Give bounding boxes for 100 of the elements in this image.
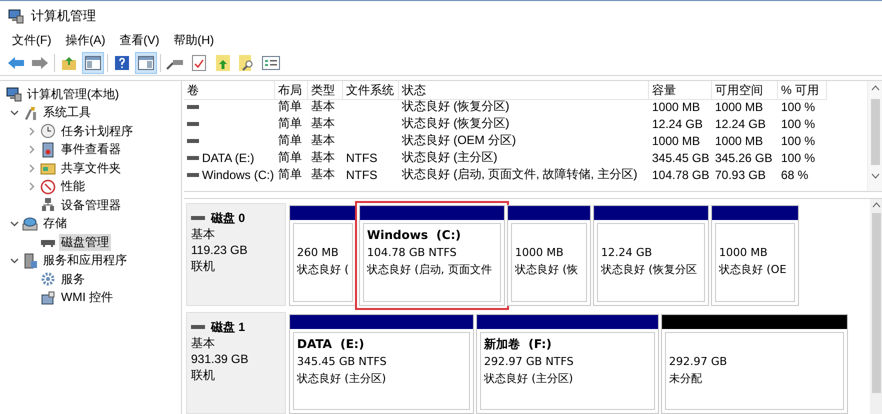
scroll-thumb[interactable] [870,99,880,165]
table-cell: 70.93 GB [715,168,766,182]
table-cell: 345.45 GB [652,150,710,164]
menu-item[interactable]: 操作(A) [59,32,112,48]
drive-icon [187,172,199,178]
table-cell: 12.24 GB [652,116,703,130]
partition-size: 292.97 GB [669,354,728,370]
tree-item[interactable]: 设备管理器 [59,196,123,214]
device-tree-icon [40,197,56,214]
disk-type: 基本 [191,334,216,350]
partition-status: 状态良好 ( [297,262,349,278]
column-header[interactable]: 布局 [275,81,308,100]
partition[interactable]: 1000 MB 状态良好 (恢 [507,205,591,306]
table-cell: 状态良好 (恢复分区) [402,98,510,115]
scrollbar[interactable] [867,81,882,191]
partition-label: DATA (E:) [297,336,366,352]
partition-status: 未分配 [669,370,703,386]
tree-item[interactable]: 共享文件夹 [59,160,123,177]
tree-item[interactable]: WMI 控件 [59,289,115,306]
disk-name: 磁盘 1 [211,318,246,334]
column-header[interactable]: 文件系统 [343,81,399,100]
column-header[interactable]: 容量 [649,81,712,100]
tools-icon [22,104,38,121]
tree-item[interactable]: 系统工具 [41,104,93,122]
menu-item[interactable]: 查看(V) [113,32,166,48]
panel-button[interactable] [83,52,103,72]
table-cell: 状态良好 (OEM 分区) [402,132,516,149]
disk-status: 联机 [191,258,216,274]
import-button[interactable] [213,52,233,72]
table-cell: 1000 MB [715,134,764,148]
disk-info-panel[interactable]: 磁盘 1 基本 931.39 GB 联机 [186,312,286,414]
properties-icon [262,56,280,70]
partition[interactable]: 292.97 GB 未分配 [661,314,848,414]
table-cell: 简单 [278,98,302,115]
server-icon [22,252,38,269]
partition-label: 新加卷 (F:) [484,336,553,352]
table-cell: 1000 MB [715,100,764,114]
table-cell: 基本 [311,149,335,166]
partition-status: 状态良好 (启动, 页面文件 [367,262,493,278]
checklist-icon [192,54,206,70]
scroll-thumb[interactable] [872,213,880,393]
tree-item[interactable]: 计算机管理(本地) [25,86,121,103]
partition-status: 状态良好 (OE [719,262,788,278]
column-header[interactable]: 状态 [399,81,649,100]
panel-button[interactable] [136,52,156,72]
partition-size: 104.78 GB NTFS [367,245,458,261]
tree-item[interactable]: 存储 [41,215,69,232]
partition[interactable]: 1000 MB 状态良好 (OE [711,205,799,306]
disk-size: 119.23 GB [191,242,248,258]
disk-status: 联机 [191,366,216,382]
partition-size: 1000 MB [515,245,565,261]
gear-icon [40,271,56,288]
table-cell: 100 % [781,150,816,164]
column-header[interactable]: 可用空间 [712,81,778,100]
disk-info-panel[interactable]: 磁盘 0 基本 119.23 GB 联机 [186,203,286,306]
tree-item[interactable]: 任务计划程序 [59,122,135,140]
tree-item[interactable]: 磁盘管理 [59,234,111,251]
partition-size: 12.24 GB [601,245,654,261]
table-cell: 68 % [781,168,808,182]
forward-icon [31,56,49,70]
scrollbar[interactable] [870,199,882,414]
partition-status: 状态良好 (恢 [515,262,579,278]
column-header[interactable]: 卷 [184,81,275,100]
table-cell: 1000 MB [652,134,700,148]
table-cell: 104.78 GB [652,168,710,182]
column-header[interactable]: 类型 [308,81,343,100]
storage-icon [22,216,38,232]
search-icon [239,54,255,70]
table-cell: 简单 [278,132,302,149]
drive-icon [187,104,199,110]
partition[interactable]: 12.24 GB 状态良好 (恢复分区 [593,205,709,306]
checklist-button[interactable] [189,52,209,72]
tree-item[interactable]: 服务 [59,270,87,288]
import-icon [216,54,230,70]
drive-icon [187,120,199,126]
table-cell: 基本 [311,166,335,183]
tree-item[interactable]: 服务和应用程序 [41,252,129,270]
table-cell: 状态良好 (主分区) [402,149,498,166]
menu-item[interactable]: 文件(F) [6,32,58,48]
table-cell: 基本 [311,115,335,132]
partition-status: 状态良好 (主分区) [297,370,388,386]
tree-item[interactable]: 性能 [59,178,87,196]
app-icon [8,8,24,24]
table-cell: 状态良好 (恢复分区) [402,115,510,132]
tree-item[interactable]: 事件查看器 [59,141,123,158]
partition[interactable]: 260 MB 状态良好 ( [289,205,357,306]
table-cell: 100 % [781,100,816,114]
table-cell: 简单 [278,149,302,166]
column-header[interactable]: % 可用 [778,81,827,100]
table-cell: 简单 [278,115,302,132]
partition[interactable]: DATA (E:) 345.45 GB NTFS 状态良好 (主分区) [289,314,474,414]
log-icon [40,142,56,158]
panel-icon [85,56,101,70]
drive-icon [191,322,205,330]
menu-item[interactable]: 帮助(H) [167,32,220,48]
partition[interactable]: 新加卷 (F:) 292.97 GB NTFS 状态良好 (主分区) [476,314,659,414]
table-cell: 基本 [311,132,335,149]
back-icon [7,56,25,70]
table-cell: 1000 MB [652,100,700,114]
table-cell: NTFS [346,150,378,164]
